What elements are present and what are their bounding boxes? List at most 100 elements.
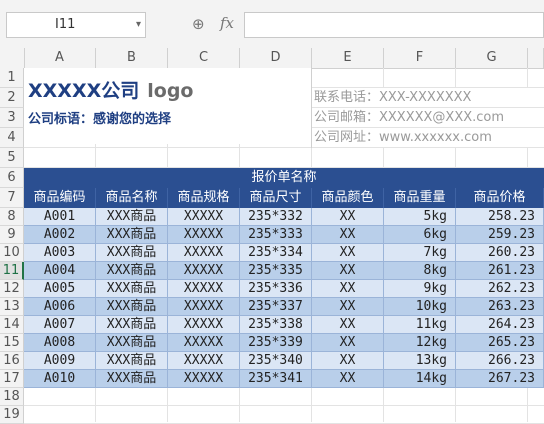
column-header-h[interactable] — [528, 48, 544, 68]
table-cell[interactable]: 265.23 — [456, 334, 544, 352]
table-cell[interactable]: XX — [312, 316, 384, 334]
row-header-16[interactable]: 16 — [0, 352, 24, 370]
table-cell[interactable]: 260.23 — [456, 244, 544, 262]
table-cell[interactable]: 235*339 — [240, 334, 312, 352]
table-cell[interactable]: A003 — [24, 244, 96, 262]
row-header-10[interactable]: 10 — [0, 244, 24, 262]
table-cell[interactable]: 6kg — [384, 226, 456, 244]
table-cell[interactable]: A010 — [24, 370, 96, 388]
table-cell[interactable]: XXX商品 — [96, 370, 168, 388]
table-cell[interactable]: XXXXX — [168, 298, 240, 316]
table-cell[interactable]: 267.23 — [456, 370, 544, 388]
table-cell[interactable]: 11kg — [384, 316, 456, 334]
row-header-11[interactable]: 11 — [0, 262, 24, 280]
column-header-f[interactable]: F — [384, 48, 456, 68]
table-cell[interactable]: A007 — [24, 316, 96, 334]
table-cell[interactable]: XX — [312, 370, 384, 388]
row-header-6[interactable]: 6 — [0, 168, 24, 188]
row-header-13[interactable]: 13 — [0, 298, 24, 316]
table-cell[interactable]: XX — [312, 298, 384, 316]
table-cell[interactable]: 261.23 — [456, 262, 544, 280]
table-cell[interactable]: XXXXX — [168, 280, 240, 298]
row-header-17[interactable]: 17 — [0, 370, 24, 388]
table-cell[interactable]: A001 — [24, 208, 96, 226]
row-header-2[interactable]: 2 — [0, 88, 24, 108]
table-cell[interactable]: 259.23 — [456, 226, 544, 244]
table-cell[interactable]: XX — [312, 352, 384, 370]
row-header-3[interactable]: 3 — [0, 108, 24, 128]
name-box[interactable]: I11 ▾ — [6, 12, 146, 38]
zoom-icon[interactable]: ⊕ — [192, 15, 205, 33]
table-cell[interactable]: XX — [312, 262, 384, 280]
table-cell[interactable]: A002 — [24, 226, 96, 244]
table-cell[interactable]: XXXXX — [168, 208, 240, 226]
row-header-14[interactable]: 14 — [0, 316, 24, 334]
table-cell[interactable]: 13kg — [384, 352, 456, 370]
table-cell[interactable]: 12kg — [384, 334, 456, 352]
row-header-7[interactable]: 7 — [0, 188, 24, 208]
row-header-12[interactable]: 12 — [0, 280, 24, 298]
table-cell[interactable]: XXXXX — [168, 262, 240, 280]
table-cell[interactable]: 264.23 — [456, 316, 544, 334]
table-cell[interactable]: XXX商品 — [96, 316, 168, 334]
row-header-1[interactable]: 1 — [0, 68, 24, 88]
table-cell[interactable]: XXX商品 — [96, 226, 168, 244]
function-icon[interactable]: fx — [220, 14, 234, 32]
select-all-corner[interactable] — [0, 48, 25, 68]
chevron-down-icon[interactable]: ▾ — [136, 13, 141, 37]
formula-input[interactable] — [244, 12, 544, 38]
table-cell[interactable]: 266.23 — [456, 352, 544, 370]
table-cell[interactable]: 7kg — [384, 244, 456, 262]
table-cell[interactable]: XXX商品 — [96, 352, 168, 370]
table-cell[interactable]: 235*333 — [240, 226, 312, 244]
row-header-4[interactable]: 4 — [0, 128, 24, 148]
table-cell[interactable]: 9kg — [384, 280, 456, 298]
column-header-b[interactable]: B — [96, 48, 168, 68]
column-header-a[interactable]: A — [24, 48, 96, 68]
table-cell[interactable]: XXX商品 — [96, 244, 168, 262]
table-cell[interactable]: XX — [312, 226, 384, 244]
row-header-19[interactable]: 19 — [0, 406, 24, 424]
table-cell[interactable]: XX — [312, 208, 384, 226]
row-header-8[interactable]: 8 — [0, 208, 24, 226]
table-cell[interactable]: 235*335 — [240, 262, 312, 280]
table-cell[interactable]: XXX商品 — [96, 262, 168, 280]
table-cell[interactable]: 235*340 — [240, 352, 312, 370]
table-cell[interactable]: A004 — [24, 262, 96, 280]
table-cell[interactable]: 8kg — [384, 262, 456, 280]
table-cell[interactable]: XX — [312, 244, 384, 262]
table-cell[interactable]: 258.23 — [456, 208, 544, 226]
table-cell[interactable]: 235*341 — [240, 370, 312, 388]
table-cell[interactable]: XXX商品 — [96, 208, 168, 226]
table-cell[interactable]: A006 — [24, 298, 96, 316]
table-cell[interactable]: XXXXX — [168, 370, 240, 388]
table-cell[interactable]: XXX商品 — [96, 280, 168, 298]
table-cell[interactable]: 5kg — [384, 208, 456, 226]
column-header-c[interactable]: C — [168, 48, 240, 68]
table-cell[interactable]: XX — [312, 280, 384, 298]
table-cell[interactable]: 263.23 — [456, 298, 544, 316]
table-cell[interactable]: 235*334 — [240, 244, 312, 262]
table-cell[interactable]: 235*336 — [240, 280, 312, 298]
table-cell[interactable]: A005 — [24, 280, 96, 298]
table-cell[interactable]: A009 — [24, 352, 96, 370]
table-cell[interactable]: A008 — [24, 334, 96, 352]
table-cell[interactable]: XXXXX — [168, 226, 240, 244]
row-header-5[interactable]: 5 — [0, 148, 24, 168]
spreadsheet-grid[interactable]: ABCDEFG 1 2 3 4 5 6 7 8 9 10 11 12 13 14 15 16 17 18 19 XXX… — [0, 48, 544, 424]
column-header-d[interactable]: D — [240, 48, 312, 68]
table-cell[interactable]: 262.23 — [456, 280, 544, 298]
table-cell[interactable]: XXX商品 — [96, 298, 168, 316]
table-cell[interactable]: 235*337 — [240, 298, 312, 316]
table-cell[interactable]: 235*338 — [240, 316, 312, 334]
table-cell[interactable]: 10kg — [384, 298, 456, 316]
row-header-15[interactable]: 15 — [0, 334, 24, 352]
table-cell[interactable]: XXXXX — [168, 334, 240, 352]
table-cell[interactable]: XXXXX — [168, 352, 240, 370]
table-cell[interactable]: XXX商品 — [96, 334, 168, 352]
table-cell[interactable]: XXXXX — [168, 316, 240, 334]
table-cell[interactable]: 14kg — [384, 370, 456, 388]
column-header-e[interactable]: E — [312, 48, 384, 68]
table-cell[interactable]: XXXXX — [168, 244, 240, 262]
table-cell[interactable]: 235*332 — [240, 208, 312, 226]
